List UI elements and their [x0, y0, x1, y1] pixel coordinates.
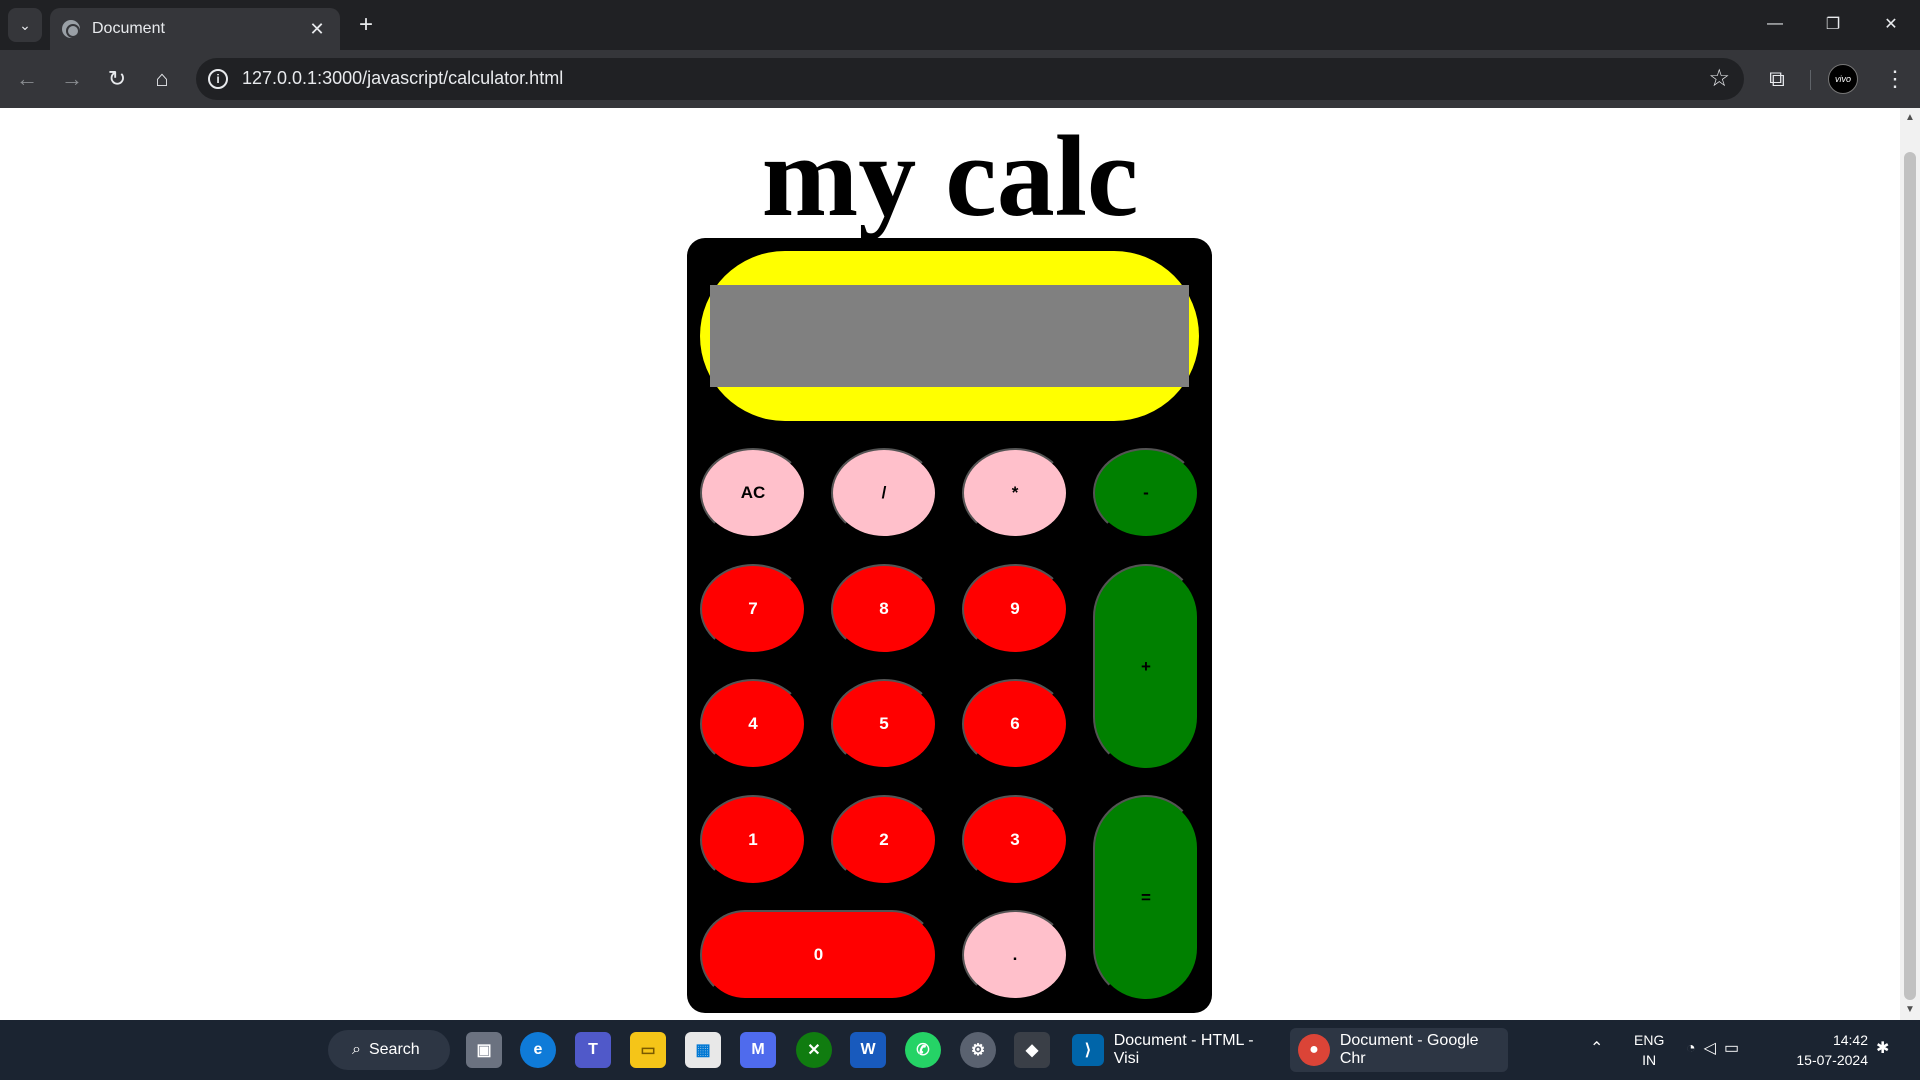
vscode-taskbar-window[interactable]: ⟩ Document - HTML - Visi: [1064, 1028, 1282, 1072]
eight-button[interactable]: 8: [831, 564, 937, 654]
taskbar-search[interactable]: ⌕ Search: [328, 1030, 450, 1070]
new-tab-button[interactable]: +: [352, 12, 380, 40]
page-title: my calc: [761, 113, 1139, 241]
back-button[interactable]: ←: [10, 62, 44, 96]
multiply-button[interactable]: *: [962, 448, 1068, 538]
scroll-thumb[interactable]: [1904, 152, 1916, 1000]
zero-button[interactable]: 0: [700, 910, 937, 1000]
close-window-button[interactable]: ✕: [1868, 8, 1914, 40]
chrome-window-label: Document - Google Chr: [1339, 1032, 1479, 1067]
url-text[interactable]: 127.0.0.1:3000/javascript/calculator.htm…: [242, 68, 563, 89]
profile-avatar[interactable]: vivo: [1828, 64, 1858, 94]
battery-icon: ▭: [1723, 1040, 1748, 1057]
volume-icon: ◁: [1703, 1040, 1724, 1057]
one-button[interactable]: 1: [700, 795, 806, 885]
taskbar-search-label: Search: [368, 1041, 420, 1058]
xbox-icon[interactable]: ✕: [796, 1032, 832, 1068]
plus-button[interactable]: +: [1093, 564, 1199, 770]
extensions-icon[interactable]: ⧉: [1760, 62, 1794, 96]
reload-icon: ↻: [107, 66, 127, 91]
calculator-display: [710, 285, 1189, 387]
tab-title: Document: [92, 20, 165, 37]
search-icon: ⌕: [352, 1041, 361, 1058]
arrow-left-icon: ←: [16, 66, 38, 91]
ac-button[interactable]: AC: [700, 448, 806, 538]
notes-app-icon[interactable]: M: [740, 1032, 776, 1068]
notification-icon[interactable]: ✱: [1876, 1038, 1889, 1058]
divide-button[interactable]: /: [831, 448, 937, 538]
address-bar[interactable]: i 127.0.0.1:3000/javascript/calculator.h…: [196, 58, 1744, 100]
forward-button[interactable]: →: [55, 62, 89, 96]
chrome-taskbar-window[interactable]: ● Document - Google Chr: [1290, 1028, 1508, 1072]
clock-time: 14:42: [1832, 1032, 1868, 1048]
home-icon: ⌂: [155, 66, 169, 91]
scroll-up-arrow-icon[interactable]: ▲: [1900, 112, 1920, 126]
clock-date: 15-07-2024: [1796, 1052, 1868, 1068]
chevron-down-icon: ⌄: [19, 16, 31, 33]
arrow-right-icon: →: [61, 66, 83, 91]
three-button[interactable]: 3: [962, 795, 1068, 885]
six-button[interactable]: 6: [962, 679, 1068, 769]
teams-icon[interactable]: T: [575, 1032, 611, 1068]
decimal-button[interactable]: .: [962, 910, 1068, 1000]
vscode-window-label: Document - HTML - Visi: [1113, 1032, 1254, 1067]
microsoft-store-icon[interactable]: ▦: [685, 1032, 721, 1068]
vscode-icon: ⟩: [1072, 1034, 1104, 1066]
equals-button[interactable]: =: [1093, 795, 1199, 1001]
chrome-icon: ●: [1298, 1034, 1330, 1066]
windows-start-icon[interactable]: [278, 1034, 310, 1066]
site-info-icon[interactable]: i: [208, 69, 228, 89]
edge-browser-icon[interactable]: e: [520, 1032, 556, 1068]
display-frame: [700, 251, 1199, 421]
bookmark-star-icon[interactable]: ☆: [1708, 64, 1730, 93]
browser-toolbar: ← → ↻ ⌂ i 127.0.0.1:3000/javascript/calc…: [0, 50, 1920, 108]
more-menu-icon[interactable]: ⋮: [1880, 62, 1910, 96]
wifi-icon: ◔: [1686, 1040, 1704, 1057]
restore-button[interactable]: ❐: [1810, 8, 1856, 40]
reload-button[interactable]: ↻: [100, 62, 134, 96]
region-code: IN: [1642, 1052, 1657, 1068]
windows-taskbar: ⌕ Search ▣ e T ▭ ▦ M ✕ W ✆ ⚙ ◆ ⟩ Documen…: [0, 1020, 1920, 1080]
settings-gear-icon[interactable]: ⚙: [960, 1032, 996, 1068]
toolbar-divider: [1810, 70, 1811, 90]
chevron-up-icon[interactable]: ⌃: [1590, 1038, 1603, 1058]
vertical-scrollbar[interactable]: ▲ ▼: [1900, 108, 1920, 1020]
minus-button[interactable]: -: [1093, 448, 1199, 538]
system-tray-icons[interactable]: ◔◁▭: [1686, 1038, 1747, 1058]
whatsapp-icon[interactable]: ✆: [905, 1032, 941, 1068]
nine-button[interactable]: 9: [962, 564, 1068, 654]
file-explorer-icon[interactable]: ▭: [630, 1032, 666, 1068]
language-code: ENG: [1634, 1032, 1665, 1048]
input-language[interactable]: ENG IN: [1634, 1030, 1664, 1070]
taskbar-clock[interactable]: 14:42 15-07-2024: [1788, 1030, 1868, 1070]
tab-strip: ⌄ Document ✕ + — ❐ ✕: [0, 0, 1920, 50]
tab-search-button[interactable]: ⌄: [8, 8, 42, 42]
scroll-down-arrow-icon[interactable]: ▼: [1900, 1004, 1920, 1018]
page-viewport: my calc AC / * - 7 8 9 + 4 5 6 1 2 3 = 0…: [0, 108, 1900, 1020]
word-icon[interactable]: W: [850, 1032, 886, 1068]
minimize-button[interactable]: —: [1752, 8, 1798, 40]
github-desktop-icon[interactable]: ◆: [1014, 1032, 1050, 1068]
four-button[interactable]: 4: [700, 679, 806, 769]
globe-icon: [62, 20, 80, 38]
calculator-body: AC / * - 7 8 9 + 4 5 6 1 2 3 = 0 .: [687, 238, 1212, 1013]
tab-document[interactable]: Document ✕: [50, 8, 340, 50]
seven-button[interactable]: 7: [700, 564, 806, 654]
close-icon[interactable]: ✕: [306, 19, 328, 40]
task-view-icon[interactable]: ▣: [466, 1032, 502, 1068]
two-button[interactable]: 2: [831, 795, 937, 885]
five-button[interactable]: 5: [831, 679, 937, 769]
home-button[interactable]: ⌂: [145, 62, 179, 96]
